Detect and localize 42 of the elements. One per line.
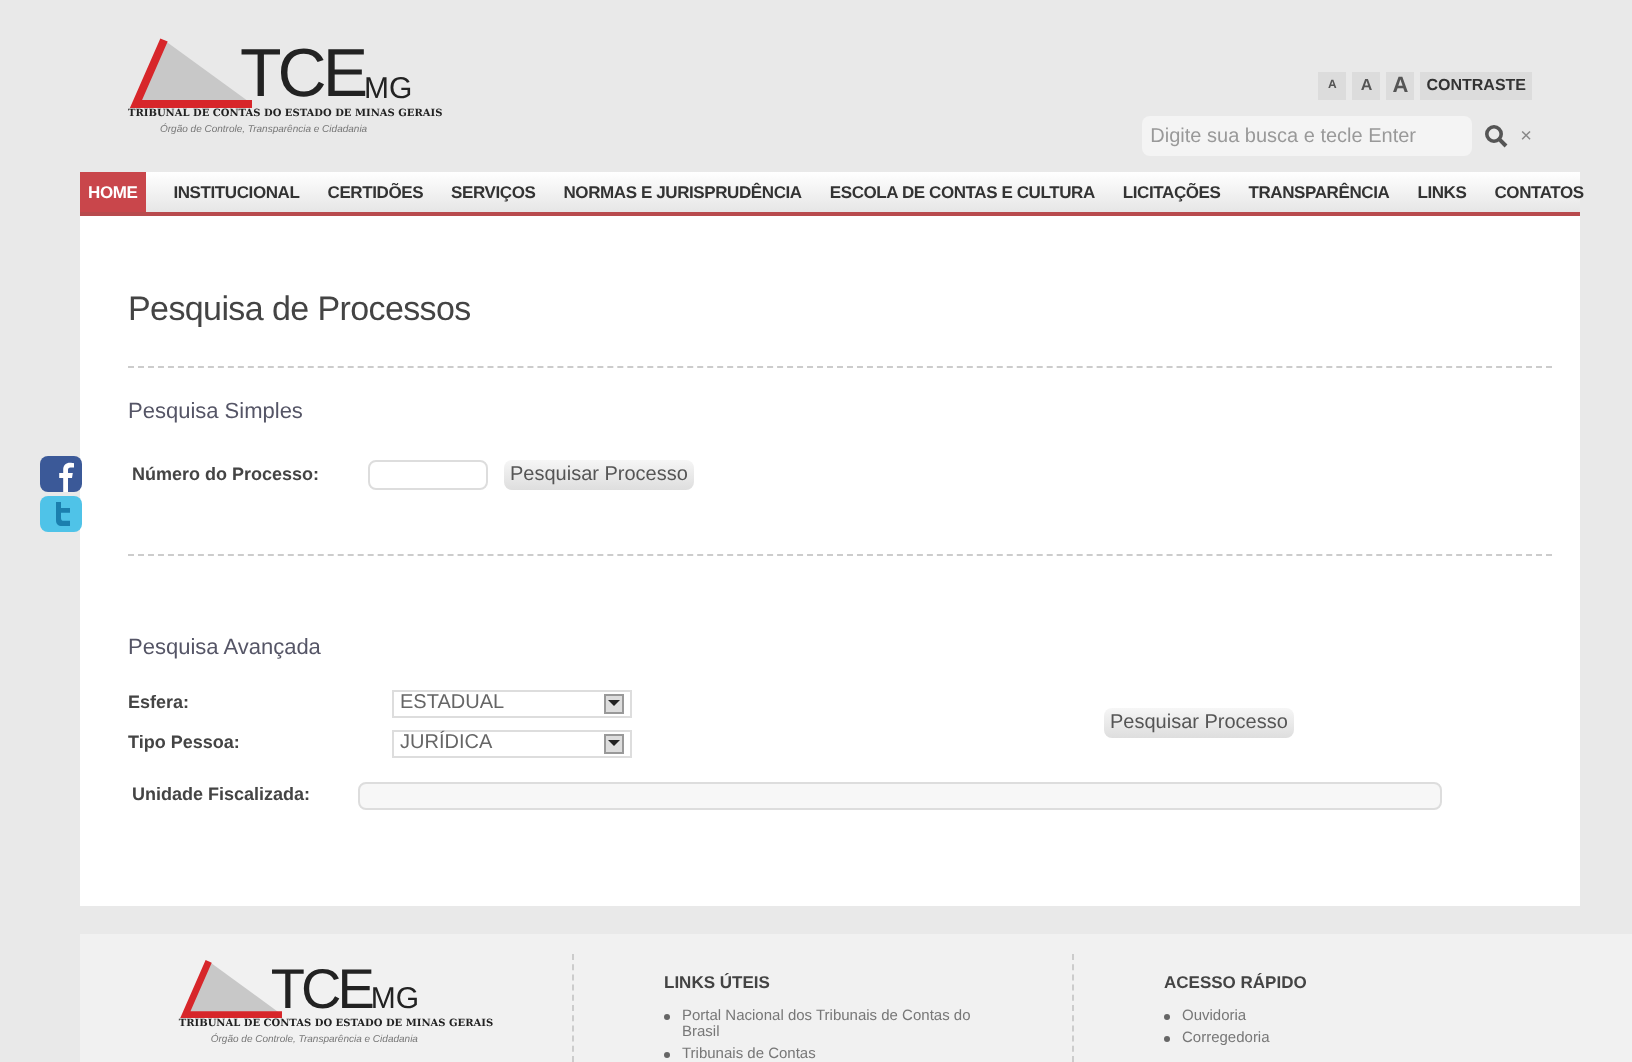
logo-text: TCE: [240, 40, 364, 108]
dropdown[interactable]: ESTADUAL: [392, 689, 632, 717]
font-size-button[interactable]: A: [1386, 72, 1415, 100]
facebook-icon[interactable]: [40, 456, 82, 492]
search-icon[interactable]: [1484, 124, 1509, 148]
twitter-icon[interactable]: [40, 496, 82, 532]
contrast-button[interactable]: CONTRASTE: [1420, 72, 1532, 100]
nav-tab[interactable]: CERTIDÕES: [327, 172, 424, 212]
nav-tab[interactable]: ESCOLA DE CONTAS E CULTURA: [829, 172, 1095, 212]
logo-suffix: MG: [364, 74, 413, 104]
nav-tab[interactable]: INSTITUCIONAL: [173, 172, 300, 212]
field-label: Número do Processo:: [132, 461, 322, 488]
nav-tab[interactable]: LINKS: [1417, 172, 1467, 212]
caret-icon: [604, 733, 624, 753]
field-label: Unidade Fiscalizada:: [132, 781, 313, 808]
nav-tab[interactable]: TRANSPARÊNCIA: [1248, 172, 1390, 212]
field-label: Esfera:: [128, 689, 192, 716]
search-field[interactable]: Digite sua busca e tecle Enter: [1142, 116, 1473, 156]
nav-tab[interactable]: LICITAÇÕES: [1122, 172, 1221, 212]
caret-icon: [604, 693, 624, 713]
section-title: Pesquisa Simples: [128, 397, 305, 427]
footer-heading: ACESSO RÁPIDO: [1164, 970, 1309, 996]
logo-text: TCE: [270, 962, 371, 1018]
dropdown[interactable]: JURÍDICA: [392, 729, 632, 757]
section-title: Pesquisa Avançada: [128, 634, 323, 664]
nav-tab[interactable]: SERVIÇOS: [451, 172, 536, 212]
field-label: Tipo Pessoa:: [128, 729, 242, 756]
nav-tab[interactable]: CONTATOS: [1494, 172, 1584, 212]
search-process-button[interactable]: Pesquisar Processo: [504, 460, 694, 490]
footer-heading: LINKS ÚTEIS: [664, 970, 772, 996]
font-size-button[interactable]: A: [1352, 72, 1381, 100]
process-number-field[interactable]: [368, 460, 488, 490]
bullet-icon: [664, 1051, 670, 1058]
bullet-icon: [1164, 1035, 1170, 1042]
bullet-icon: [1164, 1013, 1170, 1020]
bullet-icon: [664, 1013, 670, 1020]
search-process-button[interactable]: Pesquisar Processo: [1104, 708, 1294, 738]
nav-tab[interactable]: NORMAS E JURISPRUDÊNCIA: [563, 172, 802, 212]
page-title: Pesquisa de Processos: [128, 288, 473, 332]
unit-field[interactable]: [358, 781, 1442, 809]
nav-tab[interactable]: HOME: [80, 172, 146, 212]
logo-suffix: MG: [370, 984, 420, 1014]
